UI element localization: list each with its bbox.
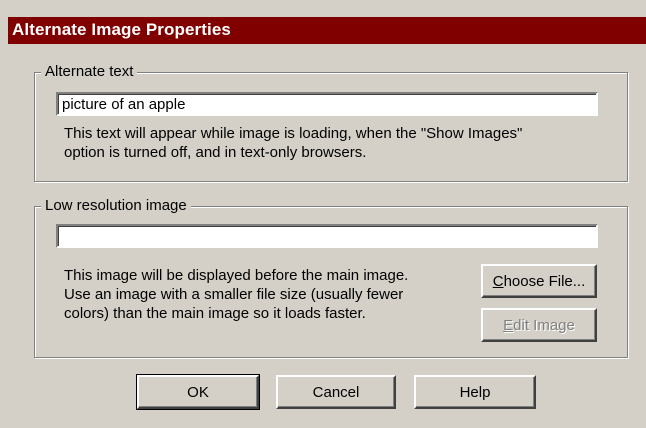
help-button[interactable]: Help — [414, 375, 536, 409]
cancel-label: Cancel — [312, 383, 360, 401]
title-bar[interactable]: Alternate Image Properties — [0, 0, 646, 44]
window-title: Alternate Image Properties — [12, 20, 231, 39]
low-res-help: This image will be displayed before the … — [64, 266, 408, 323]
alternate-text-legend: Alternate text — [41, 63, 138, 81]
alternate-text-help-line-2: option is turned off, and in text-only b… — [64, 144, 367, 161]
low-res-legend: Low resolution image — [41, 197, 191, 215]
low-res-help-line-1: This image will be displayed before the … — [64, 267, 409, 284]
low-res-input[interactable] — [56, 224, 598, 248]
ok-label: OK — [187, 383, 209, 401]
choose-file-label: Choose File... — [492, 272, 586, 290]
alternate-text-help-line-1: This text will appear while image is loa… — [64, 125, 523, 142]
edit-image-button[interactable]: Edit Image — [481, 308, 597, 342]
alternate-text-help: This text will appear while image is loa… — [64, 124, 522, 162]
low-res-help-line-2: Use an image with a smaller file size (u… — [64, 286, 404, 303]
ok-button[interactable]: OK — [136, 374, 260, 410]
alternate-text-input[interactable]: picture of an apple — [56, 92, 598, 116]
low-res-help-line-3: colors) than the main image so it loads … — [64, 305, 366, 322]
help-label: Help — [459, 383, 491, 401]
choose-file-button[interactable]: Choose File... — [481, 264, 597, 298]
cancel-button[interactable]: Cancel — [276, 375, 396, 409]
edit-image-label: Edit Image — [503, 316, 575, 334]
